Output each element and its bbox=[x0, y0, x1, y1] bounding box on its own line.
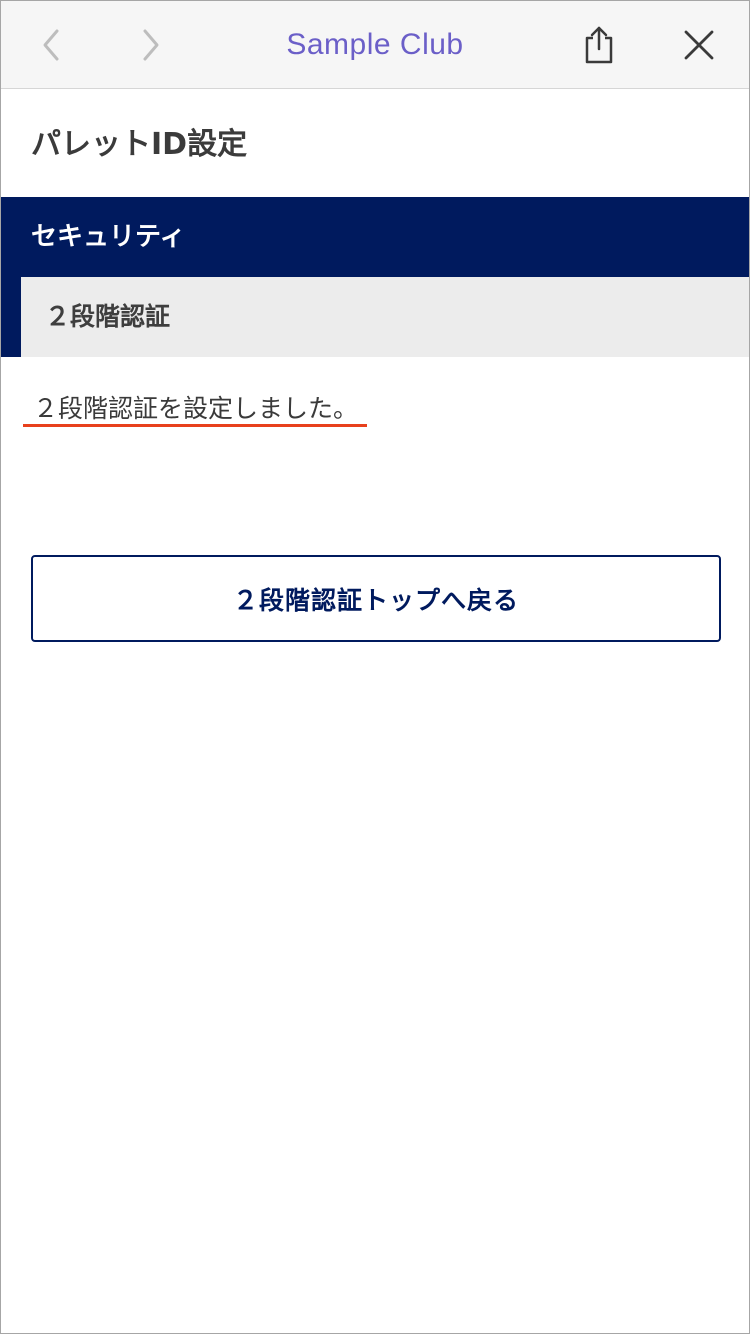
subsection-bar: ２段階認証 bbox=[21, 277, 749, 357]
close-icon bbox=[684, 30, 714, 60]
message-underline bbox=[23, 424, 367, 427]
section-label: セキュリティ bbox=[31, 222, 186, 252]
browser-toolbar: Sample Club bbox=[1, 1, 749, 89]
close-button[interactable] bbox=[673, 19, 725, 71]
subsection-label: ２段階認証 bbox=[45, 302, 171, 331]
page-title: Sample Club bbox=[286, 28, 464, 61]
share-button[interactable] bbox=[573, 19, 625, 71]
return-button-label: ２段階認証トップへ戻る bbox=[232, 585, 519, 615]
share-icon bbox=[585, 26, 613, 64]
page-heading: パレットID設定 bbox=[31, 127, 248, 162]
subsection-header: ２段階認証 bbox=[1, 277, 749, 357]
app-frame: Sample Club パレットID設定 セキュリティ ２段階認証 ２段階認証を… bbox=[0, 0, 750, 1334]
section-header: セキュリティ bbox=[1, 197, 749, 277]
return-to-2fa-top-button[interactable]: ２段階認証トップへ戻る bbox=[31, 555, 721, 642]
